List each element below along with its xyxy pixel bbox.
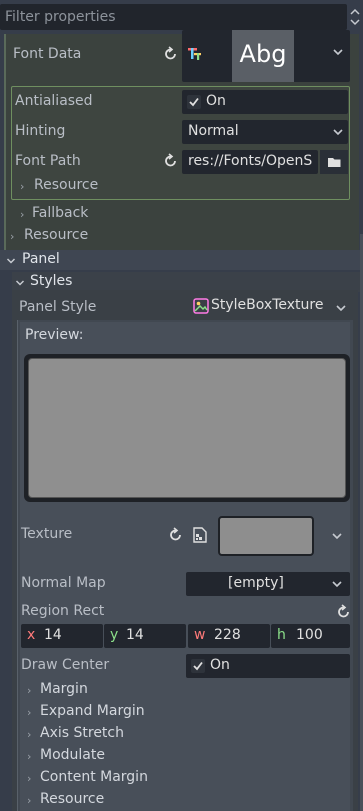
chevron-down-icon[interactable]	[6, 254, 16, 270]
antialiased-value: On	[206, 93, 226, 109]
font-path-label: Font Path	[15, 153, 81, 169]
region-h-value: 100	[296, 627, 323, 643]
content-margin-section[interactable]: Content Margin	[40, 769, 148, 785]
hinting-value: Normal	[188, 123, 239, 139]
check-icon[interactable]	[187, 95, 201, 109]
panel-style-value: StyleBoxTexture	[211, 297, 324, 313]
region-h-axis-label: h	[277, 627, 286, 643]
stylebox-resource-section[interactable]: Resource	[40, 791, 104, 807]
modulate-section[interactable]: Modulate	[40, 747, 105, 763]
font-data-resource-section[interactable]: Resource	[34, 177, 98, 193]
preview-swatch	[28, 358, 346, 498]
margin-section[interactable]: Margin	[40, 681, 88, 697]
region-rect-label: Region Rect	[21, 603, 105, 619]
chevron-right-icon[interactable]: ›	[27, 706, 31, 719]
region-w-value: 228	[214, 627, 241, 643]
normal-map-label: Normal Map	[21, 575, 106, 591]
styles-label: Styles	[30, 273, 73, 289]
chevron-down-icon[interactable]	[331, 530, 343, 546]
region-y-axis-label: y	[110, 627, 119, 643]
chevron-right-icon[interactable]: ›	[27, 728, 31, 741]
scroll-up-icon[interactable]	[349, 8, 361, 26]
region-w-axis-label: w	[194, 627, 206, 643]
chevron-down-icon[interactable]	[332, 126, 344, 142]
axis-stretch-section[interactable]: Axis Stretch	[40, 725, 124, 741]
draw-center-value: On	[210, 657, 230, 673]
chevron-right-icon[interactable]: ›	[20, 180, 24, 193]
dynamic-font-icon	[187, 46, 203, 62]
revert-icon[interactable]	[163, 153, 179, 169]
panel-style-label: Panel Style	[19, 299, 97, 315]
revert-icon[interactable]	[163, 46, 179, 62]
filter-properties-input[interactable]: Filter properties	[0, 4, 347, 30]
stylebox-preview	[24, 354, 350, 502]
check-icon[interactable]	[191, 659, 205, 673]
image-texture-icon	[193, 527, 207, 543]
revert-icon[interactable]	[336, 604, 352, 620]
normal-map-value: [empty]	[228, 575, 284, 591]
browse-folder-button[interactable]	[320, 150, 348, 174]
expand-margin-section[interactable]: Expand Margin	[40, 703, 145, 719]
preview-label: Preview:	[25, 327, 84, 343]
revert-icon[interactable]	[168, 527, 184, 543]
chevron-down-icon[interactable]	[335, 302, 347, 318]
texture-thumbnail[interactable]	[218, 516, 314, 556]
chevron-down-icon[interactable]	[332, 46, 344, 61]
antialiased-label: Antialiased	[15, 93, 93, 109]
chevron-right-icon[interactable]: ›	[27, 794, 31, 807]
font-preview: Abg	[232, 30, 294, 82]
font-path-value: res://Fonts/OpenS	[188, 153, 313, 169]
chevron-right-icon[interactable]: ›	[27, 772, 31, 785]
chevron-right-icon[interactable]: ›	[10, 230, 14, 243]
region-x-value: 14	[44, 627, 62, 643]
texture-label: Texture	[21, 526, 73, 542]
draw-center-label: Draw Center	[21, 657, 110, 673]
chevron-down-icon[interactable]	[331, 578, 343, 594]
stylebox-texture-icon	[193, 298, 209, 314]
region-x-axis-label: x	[27, 627, 36, 643]
chevron-right-icon[interactable]: ›	[27, 750, 31, 763]
fallback-section[interactable]: Fallback	[32, 205, 88, 221]
region-y-value: 14	[126, 627, 144, 643]
font-data-label: Font Data	[13, 46, 82, 62]
resource-section[interactable]: Resource	[24, 227, 88, 243]
chevron-right-icon[interactable]: ›	[20, 208, 24, 221]
chevron-right-icon[interactable]: ›	[27, 684, 31, 697]
hinting-label: Hinting	[15, 123, 66, 139]
panel-label: Panel	[22, 251, 60, 267]
